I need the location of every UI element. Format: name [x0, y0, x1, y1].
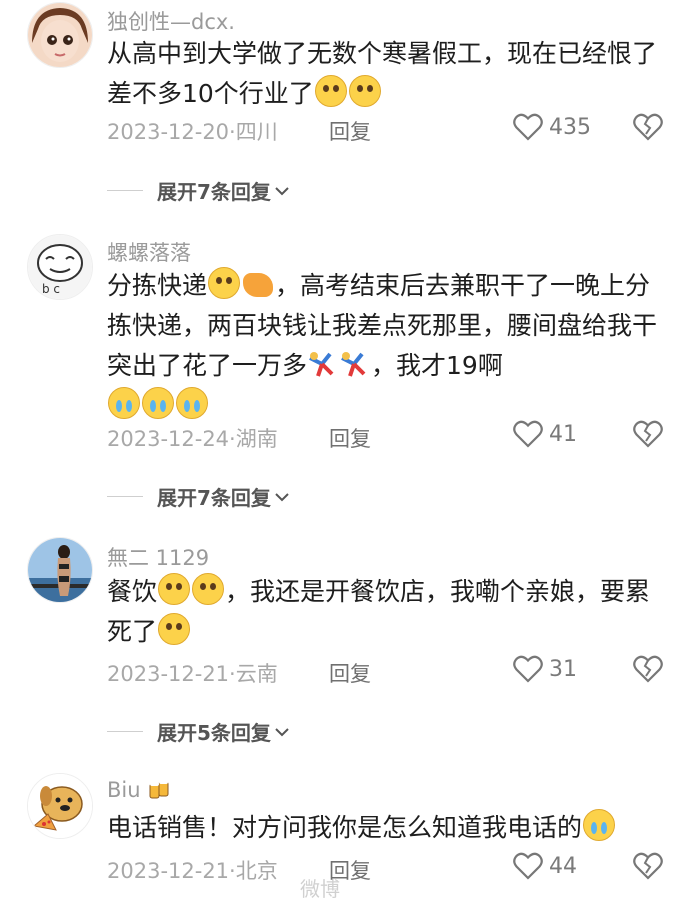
dancer-emoji [308, 350, 338, 378]
dancer-emoji [340, 350, 370, 378]
chevron-down-icon [275, 186, 289, 195]
like-button[interactable]: 44 [513, 852, 577, 880]
dislike-button[interactable] [633, 852, 663, 884]
comment-location: 北京 [235, 859, 278, 883]
reply-button[interactable]: 回复 [329, 423, 371, 453]
comment-meta: 2023-12-20·四川 [107, 120, 278, 144]
pleading-emoji [192, 573, 225, 605]
like-count: 44 [549, 853, 577, 879]
broken-heart-icon [633, 420, 663, 448]
like-count: 31 [549, 656, 577, 682]
reply-button[interactable]: 回复 [329, 116, 371, 146]
username[interactable]: 独创性—dcx. [107, 6, 235, 36]
crying-emoji [176, 387, 208, 419]
comment-text: 电话销售！对方问我你是怎么知道我电话的 [107, 808, 667, 848]
expand-replies-button[interactable]: 展开7条回复 [107, 176, 289, 205]
username[interactable]: 無二 1129 [107, 542, 209, 572]
comment-meta: 2023-12-21·北京 [107, 859, 278, 883]
pleading-emoji [158, 573, 191, 605]
divider-line [107, 731, 143, 732]
beer-emoji [147, 778, 171, 800]
like-button[interactable]: 41 [513, 420, 577, 448]
like-count: 435 [549, 114, 591, 140]
avatar[interactable] [27, 537, 93, 603]
comment-text: 餐饮 ，我还是开餐饮店，我嘞个亲娘，要累死了 [107, 572, 667, 652]
dislike-button[interactable] [633, 420, 663, 452]
chevron-down-icon [275, 492, 289, 501]
avatar[interactable] [27, 2, 93, 68]
laughing-crying-emoji [583, 809, 616, 841]
expand-replies-button[interactable]: 展开7条回复 [107, 482, 289, 511]
comment-date: 2023-12-24 [107, 427, 230, 451]
heart-icon [513, 420, 543, 448]
comment-location: 四川 [235, 120, 278, 144]
crying-emoji [108, 387, 140, 419]
like-button[interactable]: 31 [513, 655, 577, 683]
broken-heart-icon [633, 655, 663, 683]
comment-location: 湖南 [235, 427, 278, 451]
avatar[interactable] [27, 773, 93, 839]
comment-location: 云南 [235, 662, 278, 686]
like-count: 41 [549, 421, 577, 447]
heart-icon [513, 852, 543, 880]
flushed-emoji [348, 75, 381, 107]
flushed-emoji [208, 267, 241, 299]
heart-icon [513, 655, 543, 683]
heart-icon [513, 113, 543, 141]
dislike-button[interactable] [633, 655, 663, 687]
crying-emoji [142, 387, 174, 419]
broken-heart-icon [633, 852, 663, 880]
comment-date: 2023-12-20 [107, 120, 230, 144]
broken-heart-icon [633, 113, 663, 141]
laugh-sweat-emoji [314, 75, 347, 107]
comment-meta: 2023-12-21·云南 [107, 662, 278, 686]
comment-text: 从高中到大学做了无数个寒暑假工，现在已经恨了差不多10个行业了 [107, 39, 658, 108]
watermark: 微博 [300, 877, 340, 901]
divider-line [107, 496, 143, 497]
svg-text:b c: b c [42, 282, 60, 296]
comment-meta: 2023-12-24·湖南 [107, 427, 278, 451]
dislike-button[interactable] [633, 113, 663, 145]
username[interactable]: 螺螺落落 [107, 237, 191, 267]
expand-replies-button[interactable]: 展开5条回复 [107, 717, 289, 746]
pointing-hand-emoji [243, 273, 274, 297]
chevron-down-icon [275, 727, 289, 736]
comment-text: 分拣快递 ，高考结束后去兼职干了一晚上分拣快递，两百块钱让我差点死那里，腰间盘给我… [107, 266, 667, 426]
reply-button[interactable]: 回复 [329, 658, 371, 688]
like-button[interactable]: 435 [513, 113, 591, 141]
username[interactable]: Biu [107, 778, 171, 802]
comment-date: 2023-12-21 [107, 662, 230, 686]
comment-date: 2023-12-21 [107, 859, 230, 883]
avatar[interactable]: b c [27, 234, 93, 300]
divider-line [107, 190, 143, 191]
pleading-emoji [158, 613, 191, 645]
